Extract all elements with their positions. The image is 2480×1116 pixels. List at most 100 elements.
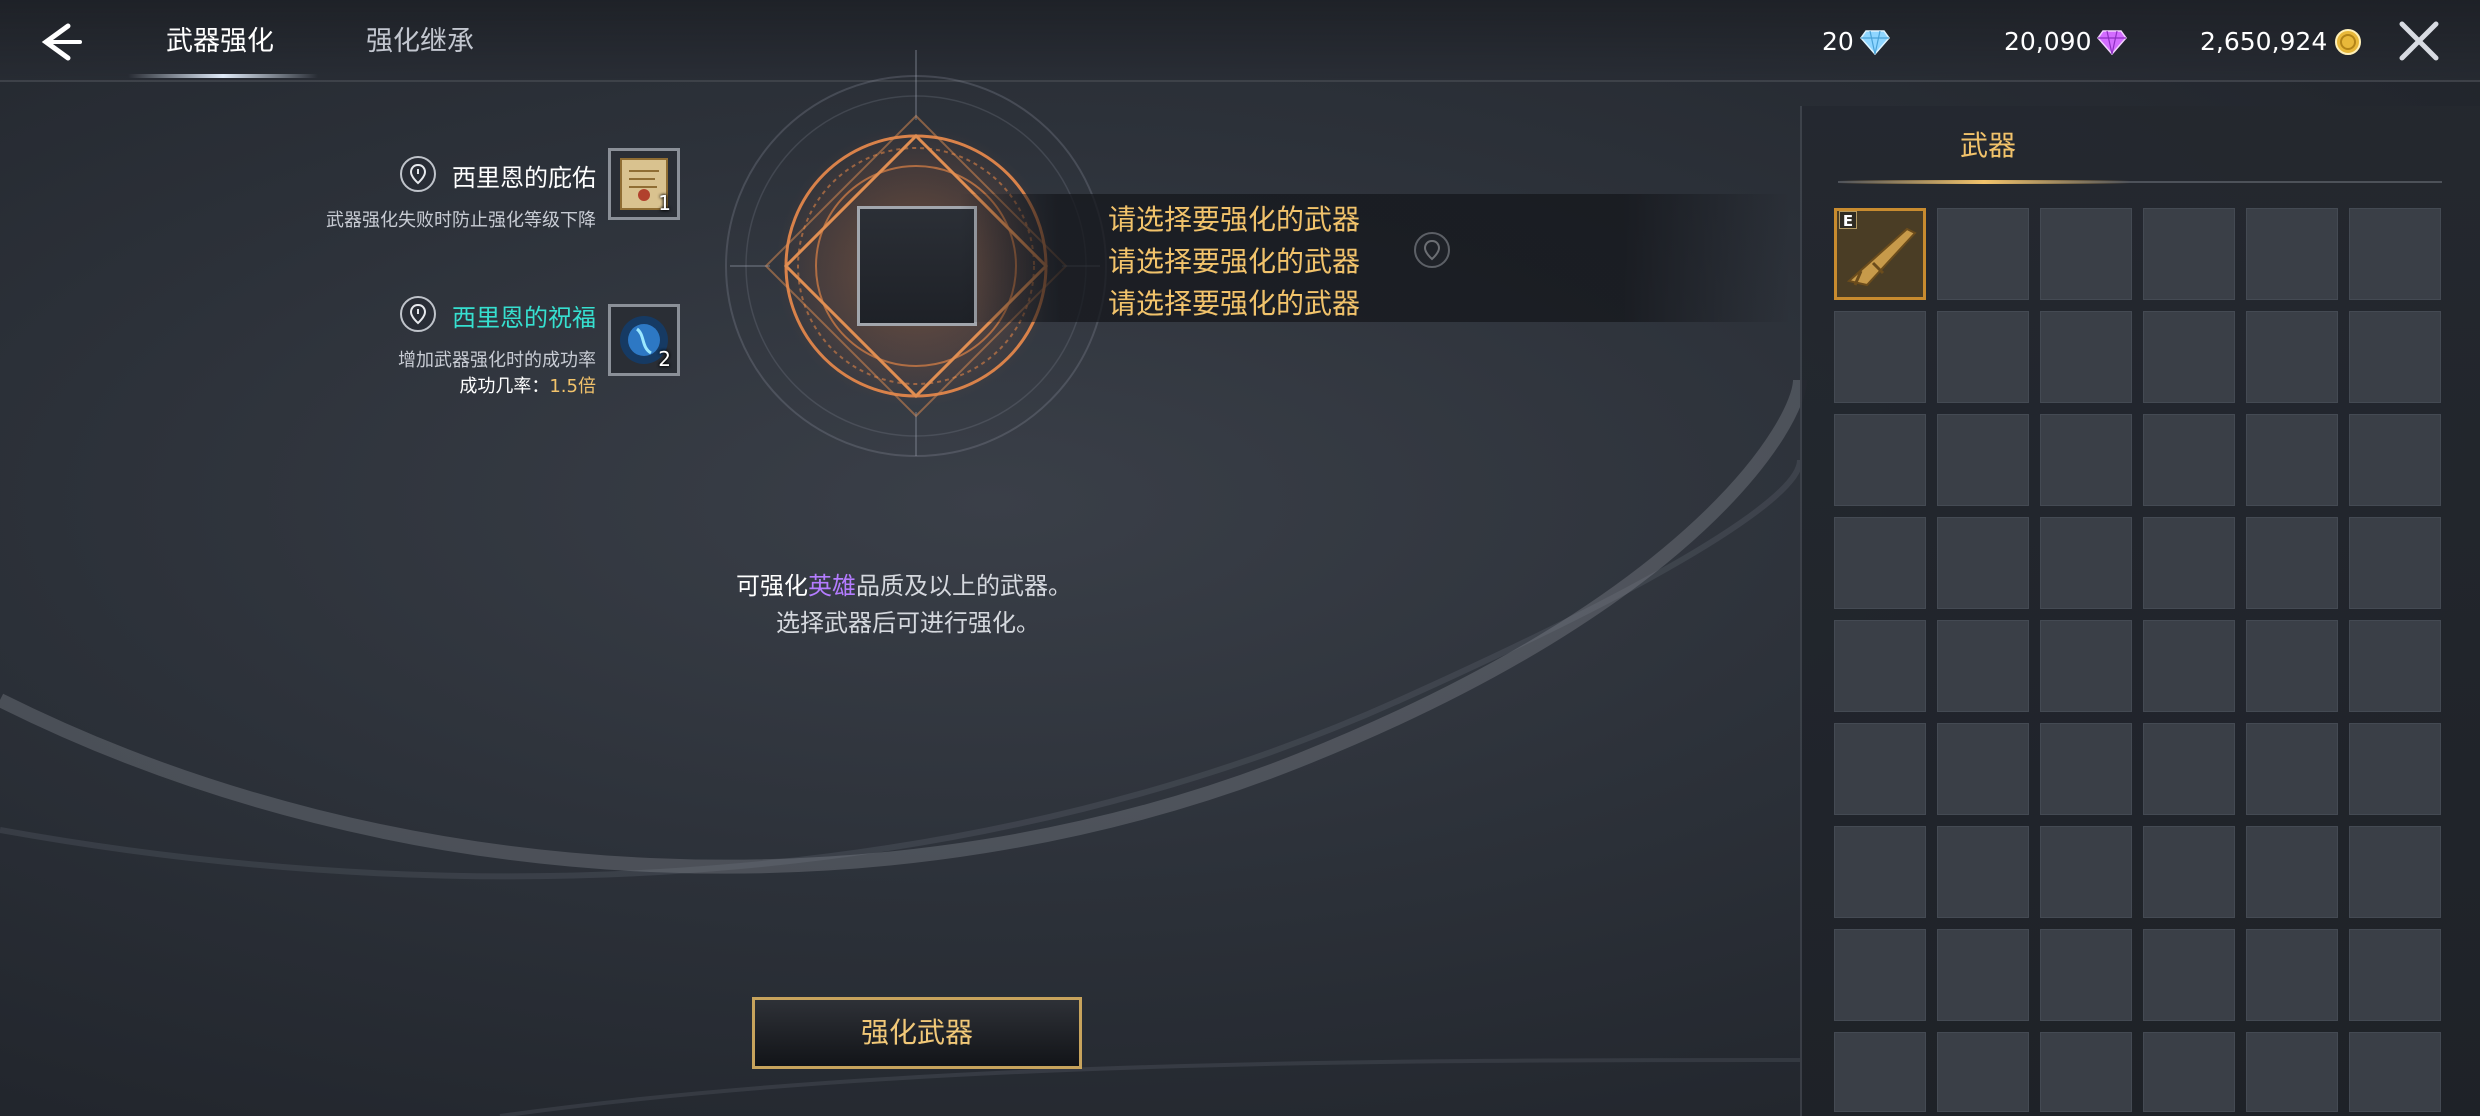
inventory-slot[interactable]	[1937, 517, 2029, 609]
select-weapon-prompt: 请选择要强化的武器	[1108, 203, 1361, 236]
inventory-slot[interactable]	[2246, 208, 2338, 300]
select-weapon-prompt: 请选择要强化的武器	[1108, 287, 1361, 320]
inventory-slot[interactable]	[2040, 208, 2132, 300]
inventory-slot[interactable]	[1834, 517, 1926, 609]
desc-prefix: 可强化	[736, 572, 808, 600]
inventory-slot[interactable]	[1937, 208, 2029, 300]
inventory-slot[interactable]	[2143, 826, 2235, 918]
inventory-slot[interactable]	[2349, 208, 2441, 300]
inventory-slot[interactable]	[2143, 517, 2235, 609]
inventory-slot[interactable]	[2246, 723, 2338, 815]
inventory-slot[interactable]	[2349, 929, 2441, 1021]
protection-scroll-title: 西里恩的庇佑	[452, 164, 596, 192]
inventory-slot[interactable]	[1834, 929, 1926, 1021]
inventory-slot[interactable]	[2246, 826, 2338, 918]
inventory-slot[interactable]	[1834, 826, 1926, 918]
blessing-scroll-desc: 增加武器强化时的成功率	[398, 350, 596, 371]
inventory-slot[interactable]	[1937, 826, 2029, 918]
blessing-success-rate: 成功几率：1.5倍	[459, 372, 596, 398]
currency-value: 2,650,924	[2200, 27, 2328, 56]
inventory-slot[interactable]	[2040, 723, 2132, 815]
inventory-slot[interactable]	[1834, 620, 1926, 712]
inventory-slot[interactable]	[2246, 929, 2338, 1021]
gold-coin-icon	[2335, 29, 2362, 55]
rate-value: 1.5倍	[549, 376, 596, 397]
inventory-slot[interactable]	[1937, 1032, 2029, 1112]
info-icon	[409, 163, 427, 185]
inventory-slot[interactable]	[2349, 620, 2441, 712]
inventory-slot[interactable]	[2143, 1032, 2235, 1112]
currency-gold[interactable]: 2,650,924	[2200, 22, 2363, 62]
inventory-slot[interactable]	[2349, 826, 2441, 918]
inventory-slot-weapon[interactable]: E	[1834, 208, 1926, 300]
back-button[interactable]	[30, 14, 90, 70]
inventory-slot[interactable]	[2143, 929, 2235, 1021]
inventory-slot[interactable]	[1937, 620, 2029, 712]
select-weapon-prompt: 请选择要强化的武器	[1108, 245, 1361, 278]
info-icon	[1423, 239, 1441, 261]
inventory-slot[interactable]	[2040, 929, 2132, 1021]
inventory-slot[interactable]	[1834, 311, 1926, 403]
enhance-hint-text: 选择武器后可进行强化。	[776, 609, 1040, 637]
info-icon	[409, 303, 427, 325]
equipped-badge: E	[1839, 211, 1857, 230]
tab-weapons[interactable]: 武器	[1960, 124, 2016, 164]
blue-diamond-icon	[1859, 30, 1890, 55]
inventory-slot[interactable]	[2040, 826, 2132, 918]
currency-value: 20,090	[2004, 27, 2092, 56]
info-pin-icon[interactable]	[400, 156, 436, 192]
tab-weapon-enhance[interactable]: 武器强化	[166, 20, 274, 64]
enhance-condition-text: 可强化英雄品质及以上的武器。	[736, 566, 1072, 601]
desc-suffix: 品质及以上的武器。	[856, 572, 1072, 600]
active-tab-indicator	[128, 74, 318, 78]
currency-purple-diamond[interactable]: 20,090	[2004, 22, 2128, 62]
inventory-slot[interactable]	[2349, 517, 2441, 609]
inventory-slot[interactable]	[2143, 723, 2235, 815]
rate-label: 成功几率：	[459, 376, 550, 397]
prompt-banner	[960, 194, 1790, 322]
back-arrow-icon	[41, 23, 82, 61]
inventory-slot[interactable]	[2349, 1032, 2441, 1112]
inventory-slot[interactable]	[2040, 1032, 2132, 1112]
inventory-slot[interactable]	[1937, 723, 2029, 815]
inventory-slot[interactable]	[2143, 311, 2235, 403]
inventory-slot[interactable]	[2040, 620, 2132, 712]
top-bar: 武器强化 强化继承 20 20,090 2,650,924	[0, 0, 2480, 82]
enhance-weapon-button[interactable]: 强化武器	[752, 997, 1082, 1069]
inventory-slot[interactable]	[2349, 723, 2441, 815]
weapon-target-slot[interactable]	[857, 206, 977, 326]
close-icon	[2399, 21, 2439, 61]
hero-quality-text: 英雄	[808, 572, 856, 600]
inventory-slot[interactable]	[2040, 311, 2132, 403]
inventory-slot[interactable]	[1834, 1032, 1926, 1112]
inventory-slot[interactable]	[2349, 414, 2441, 506]
item-count: 1	[658, 191, 671, 215]
inventory-slot[interactable]	[2143, 414, 2235, 506]
inventory-slot[interactable]	[1937, 929, 2029, 1021]
inventory-slot[interactable]	[2246, 517, 2338, 609]
inventory-slot[interactable]	[1937, 414, 2029, 506]
inventory-slot[interactable]	[2040, 517, 2132, 609]
currency-blue-diamond[interactable]: 20	[1822, 22, 1890, 62]
inventory-slot[interactable]	[2246, 1032, 2338, 1112]
inventory-slot[interactable]	[1937, 311, 2029, 403]
inventory-slot[interactable]	[2349, 311, 2441, 403]
inventory-slot[interactable]	[1834, 723, 1926, 815]
protection-scroll-desc: 武器强化失败时防止强化等级下降	[326, 210, 596, 231]
inventory-slot[interactable]	[2143, 620, 2235, 712]
inventory-slot[interactable]	[2143, 208, 2235, 300]
inventory-slot[interactable]	[2246, 414, 2338, 506]
info-pin-icon[interactable]	[400, 296, 436, 332]
purple-diamond-icon	[2097, 30, 2128, 55]
item-count: 2	[658, 347, 671, 371]
currency-value: 20	[1822, 27, 1854, 56]
blessing-scroll-slot[interactable]: 2	[608, 304, 680, 376]
tab-enhance-inherit[interactable]: 强化继承	[366, 20, 474, 64]
inventory-slot[interactable]	[2040, 414, 2132, 506]
inventory-slot[interactable]	[2246, 620, 2338, 712]
close-button[interactable]	[2396, 18, 2442, 64]
inventory-slot[interactable]	[2246, 311, 2338, 403]
inventory-slot[interactable]	[1834, 414, 1926, 506]
protection-scroll-slot[interactable]: 1	[608, 148, 680, 220]
info-pin-icon[interactable]	[1414, 232, 1450, 268]
